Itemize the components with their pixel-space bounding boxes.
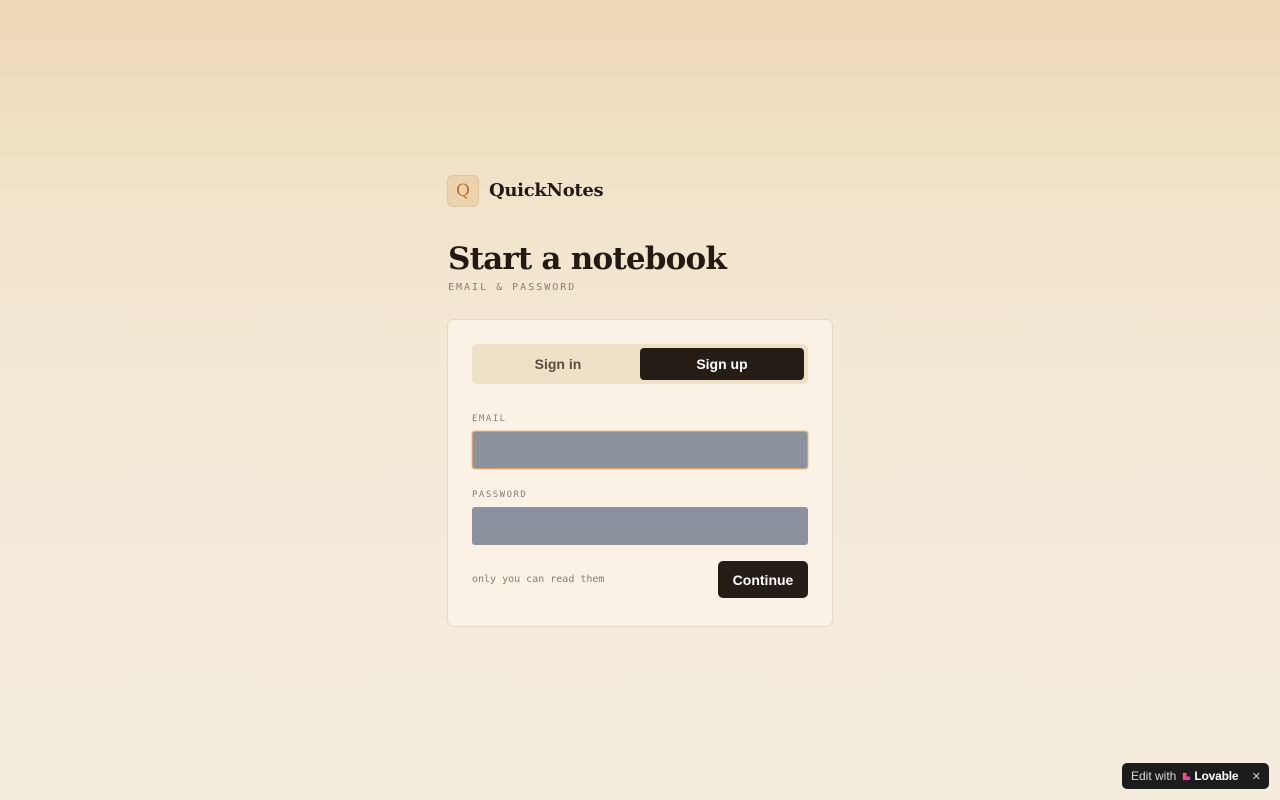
edit-with-lovable-badge[interactable]: Edit with Lovable ✕ <box>1122 763 1269 789</box>
auth-container: Q QuickNotes Start a notebook EMAIL & PA… <box>447 173 833 627</box>
close-icon[interactable]: ✕ <box>1252 770 1261 783</box>
auth-mode-tabs: Sign in Sign up <box>472 344 808 384</box>
email-label: EMAIL <box>472 414 507 424</box>
brand-header: Q QuickNotes <box>447 173 833 208</box>
page-subtitle: EMAIL & PASSWORD <box>448 282 577 293</box>
badge-brand: Lovable <box>1194 769 1239 783</box>
tab-sign-up[interactable]: Sign up <box>640 348 804 380</box>
badge-prefix: Edit with <box>1131 769 1177 783</box>
password-field[interactable] <box>472 507 808 545</box>
tab-sign-in[interactable]: Sign in <box>476 348 640 380</box>
app-logo-icon: Q <box>447 174 479 207</box>
auth-card: Sign in Sign up EMAIL PASSWORD only you … <box>447 319 833 627</box>
email-field[interactable] <box>472 431 808 469</box>
page-title: Start a notebook <box>448 241 727 277</box>
password-label: PASSWORD <box>472 490 528 500</box>
app-name: QuickNotes <box>489 180 604 201</box>
form-footer: only you can read them Continue <box>472 561 808 598</box>
continue-button[interactable]: Continue <box>718 561 808 598</box>
lovable-heart-icon <box>1183 772 1191 780</box>
privacy-hint: only you can read them <box>472 574 605 585</box>
